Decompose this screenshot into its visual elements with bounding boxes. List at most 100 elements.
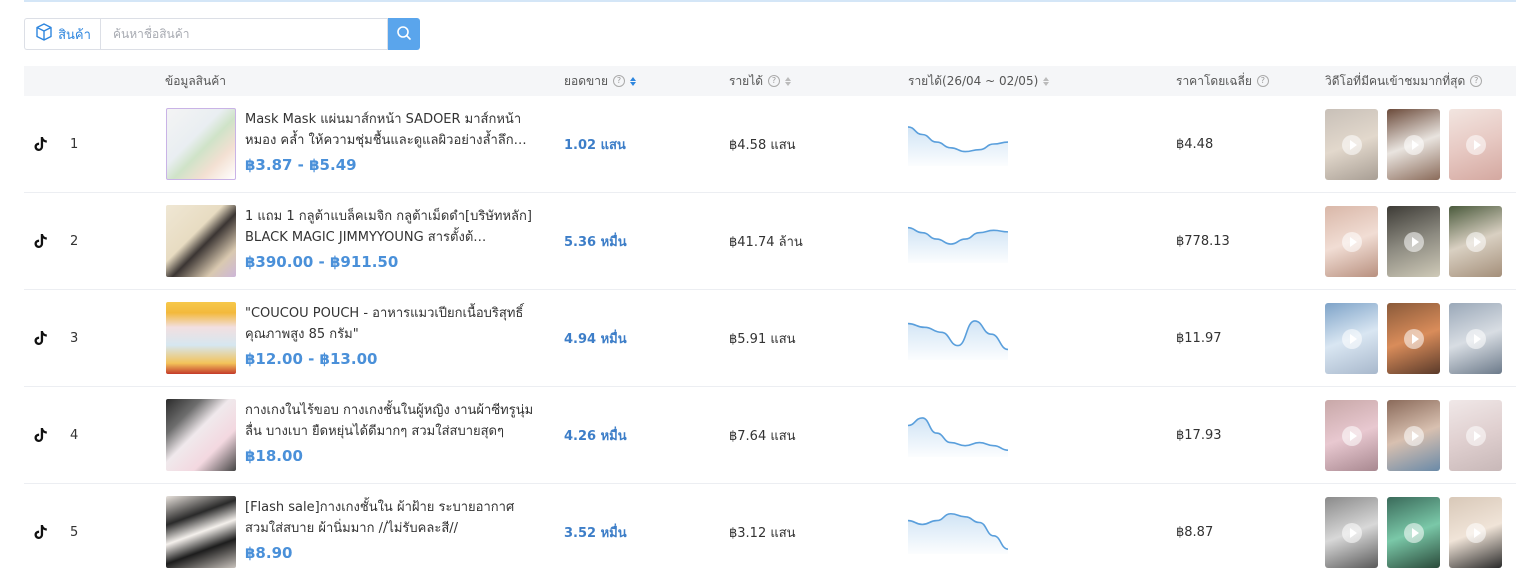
revenue-value: ฿3.12 แสน [729, 525, 796, 541]
play-icon [1465, 328, 1486, 349]
sort-icon[interactable] [785, 76, 792, 86]
play-icon [1403, 425, 1424, 446]
video-thumbnail[interactable] [1387, 497, 1440, 568]
table-row[interactable]: 4 กางเกงในไร้ขอบ กางเกงชั้นในผู้หญิง งาน… [24, 387, 1516, 484]
search-button[interactable] [388, 18, 420, 50]
product-name[interactable]: 1 แถม 1 กลูต้าแบล็คเมจิก กลูต้าเม็ดดำ[บร… [245, 206, 535, 248]
sparkline-area [908, 417, 1008, 457]
table-row[interactable]: 5 [Flash sale]กางเกงชั้นใน ผ้าฝ้าย ระบาย… [24, 484, 1516, 571]
sales-value: 4.94 หมื่น [564, 331, 627, 347]
revenue-value: ฿5.91 แสน [729, 331, 796, 347]
search-icon [396, 25, 412, 44]
revenue-value: ฿7.64 แสน [729, 428, 796, 444]
search-bar: สินค้า [24, 18, 420, 50]
video-thumbnail[interactable] [1325, 206, 1378, 277]
play-icon [1341, 134, 1362, 155]
help-icon[interactable]: ? [1256, 75, 1269, 87]
sales-value: 1.02 แสน [564, 137, 626, 153]
sort-icon[interactable] [630, 76, 637, 86]
help-icon[interactable]: ? [613, 75, 626, 87]
sales-value: 5.36 หมื่น [564, 234, 627, 250]
tiktok-icon [34, 387, 50, 483]
help-icon[interactable]: ? [768, 75, 781, 87]
rank-number: 4 [70, 427, 79, 443]
play-icon [1341, 425, 1362, 446]
product-name[interactable]: กางเกงในไร้ขอบ กางเกงชั้นในผู้หญิง งานผ้… [245, 400, 535, 442]
avg-price-value: ฿17.93 [1176, 427, 1222, 443]
revenue-sparkline [908, 512, 1008, 554]
product-name[interactable]: Mask Mask แผ่นมาส์กหน้า SADOER มาส์กหน้า… [245, 109, 535, 151]
top-videos [1325, 497, 1502, 568]
sparkline-area [908, 126, 1008, 166]
video-thumbnail[interactable] [1449, 400, 1502, 471]
video-thumbnail[interactable] [1325, 303, 1378, 374]
video-thumbnail[interactable] [1387, 206, 1440, 277]
search-input[interactable] [100, 18, 388, 50]
product-price: ฿8.90 [245, 544, 293, 562]
table-row[interactable]: 2 1 แถม 1 กลูต้าแบล็คเมจิก กลูต้าเม็ดดำ[… [24, 193, 1516, 290]
table-row[interactable]: 1 Mask Mask แผ่นมาส์กหน้า SADOER มาส์กหน… [24, 96, 1516, 193]
play-icon [1403, 522, 1424, 543]
top-videos [1325, 303, 1502, 374]
video-thumbnail[interactable] [1325, 109, 1378, 180]
product-info: กางเกงในไร้ขอบ กางเกงชั้นในผู้หญิง งานผ้… [245, 400, 535, 465]
video-thumbnail[interactable] [1387, 109, 1440, 180]
avg-price-value: ฿4.48 [1176, 136, 1214, 152]
header-revenue[interactable]: รายได้ ? [729, 66, 792, 96]
revenue-sparkline [908, 126, 1008, 166]
product-thumbnail[interactable] [166, 205, 236, 277]
product-info: "COUCOU POUCH - อาหารแมวเปียกเนื้อบริสุท… [245, 303, 535, 368]
top-videos [1325, 109, 1502, 180]
product-thumbnail[interactable] [166, 302, 236, 374]
header-revenue-trend[interactable]: รายได้(26/04 ~ 02/05) [908, 66, 1050, 96]
play-icon [1465, 522, 1486, 543]
sort-icon[interactable] [1043, 76, 1050, 86]
header-avg-price: ราคาโดยเฉลี่ย ? [1176, 66, 1269, 96]
header-top-videos: วิดีโอที่มีคนเข้าชมมากที่สุด ? [1325, 66, 1483, 96]
product-price: ฿3.87 - ฿5.49 [245, 156, 357, 174]
top-divider [24, 0, 1516, 2]
play-icon [1465, 425, 1486, 446]
top-videos [1325, 400, 1502, 471]
product-name[interactable]: [Flash sale]กางเกงชั้นใน ผ้าฝ้าย ระบายอา… [245, 497, 535, 539]
tiktok-icon [34, 484, 50, 571]
play-icon [1403, 134, 1424, 155]
search-category-selector[interactable]: สินค้า [24, 18, 100, 50]
revenue-value: ฿41.74 ล้าน [729, 234, 803, 250]
video-thumbnail[interactable] [1449, 497, 1502, 568]
product-price: ฿18.00 [245, 447, 303, 465]
video-thumbnail[interactable] [1325, 400, 1378, 471]
search-category-label: สินค้า [58, 27, 91, 43]
product-thumbnail[interactable] [166, 496, 236, 568]
sales-value: 4.26 หมื่น [564, 428, 627, 444]
play-icon [1465, 134, 1486, 155]
avg-price-value: ฿778.13 [1176, 233, 1230, 249]
play-icon [1341, 522, 1362, 543]
video-thumbnail[interactable] [1387, 400, 1440, 471]
product-price: ฿390.00 - ฿911.50 [245, 253, 399, 271]
avg-price-value: ฿8.87 [1176, 524, 1214, 540]
video-thumbnail[interactable] [1449, 109, 1502, 180]
product-info: Mask Mask แผ่นมาส์กหน้า SADOER มาส์กหน้า… [245, 109, 535, 174]
video-thumbnail[interactable] [1387, 303, 1440, 374]
revenue-value: ฿4.58 แสน [729, 137, 796, 153]
rank-number: 3 [70, 330, 79, 346]
play-icon [1341, 328, 1362, 349]
product-price: ฿12.00 - ฿13.00 [245, 350, 378, 368]
product-thumbnail[interactable] [166, 399, 236, 471]
table-row[interactable]: 3 "COUCOU POUCH - อาหารแมวเปียกเนื้อบริส… [24, 290, 1516, 387]
play-icon [1341, 231, 1362, 252]
table-header: ข้อมูลสินค้า ยอดขาย ? รายได้ ? รายได้(26… [24, 66, 1516, 96]
rank-number: 1 [70, 136, 79, 152]
product-thumbnail[interactable] [166, 108, 236, 180]
revenue-sparkline [908, 226, 1008, 263]
rank-number: 5 [70, 524, 79, 540]
product-name[interactable]: "COUCOU POUCH - อาหารแมวเปียกเนื้อบริสุท… [245, 303, 535, 345]
revenue-sparkline [908, 417, 1008, 457]
video-thumbnail[interactable] [1449, 303, 1502, 374]
video-thumbnail[interactable] [1325, 497, 1378, 568]
video-thumbnail[interactable] [1449, 206, 1502, 277]
header-sales[interactable]: ยอดขาย ? [564, 66, 637, 96]
help-icon[interactable]: ? [1470, 75, 1483, 87]
sparkline-area [908, 513, 1008, 554]
